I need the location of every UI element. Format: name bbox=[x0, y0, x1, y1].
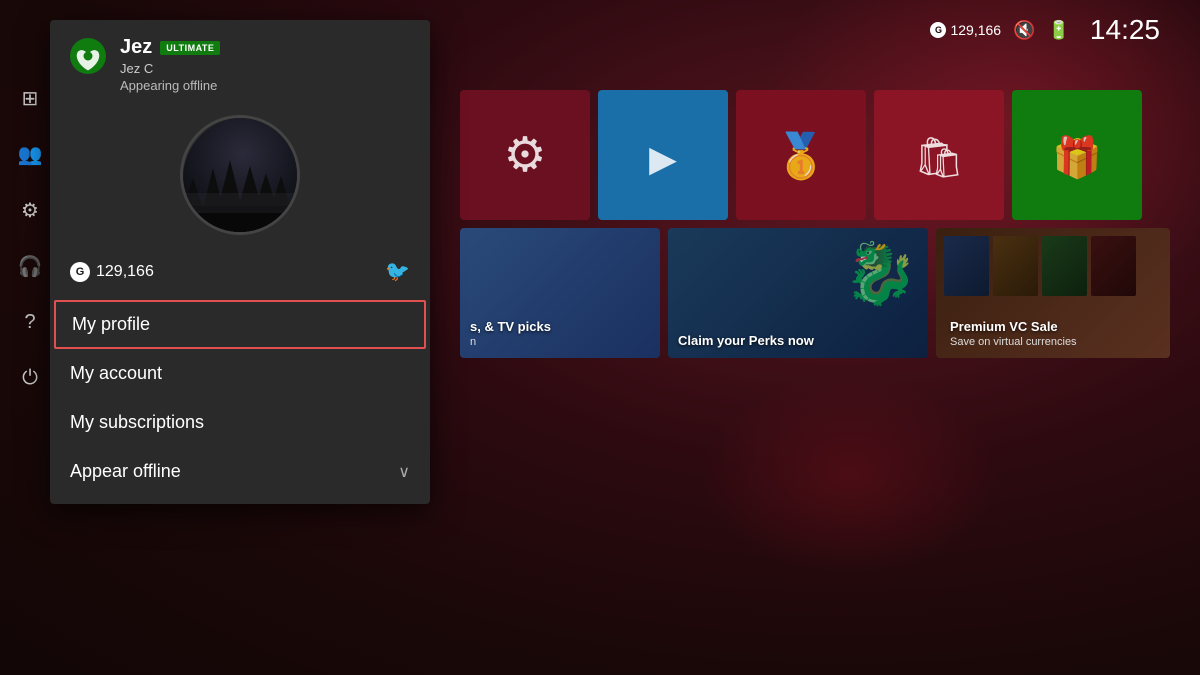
banner-sale-text: Premium VC Sale Save on virtual currenci… bbox=[950, 319, 1077, 348]
status-text: Appearing offline bbox=[120, 78, 410, 93]
medal-icon bbox=[774, 128, 829, 183]
my-account-label: My account bbox=[70, 363, 162, 384]
my-account-item[interactable]: My account bbox=[50, 349, 430, 398]
tile-settings[interactable] bbox=[460, 90, 590, 220]
tiles-row bbox=[460, 90, 1170, 220]
banners-row: s, & TV picks n 🐉 Claim your Perks now P… bbox=[460, 228, 1170, 358]
topbar-right: G 129,166 🔇 🔋 14:25 bbox=[930, 14, 1160, 46]
clock-display: 14:25 bbox=[1090, 14, 1160, 46]
sidebar-icon-settings[interactable]: ⚙ bbox=[12, 192, 48, 228]
tile-achievements[interactable] bbox=[736, 90, 866, 220]
username: Jez bbox=[120, 36, 152, 59]
gamepass-icon bbox=[1052, 128, 1102, 183]
my-subscriptions-item[interactable]: My subscriptions bbox=[50, 398, 430, 447]
banner-perks[interactable]: 🐉 Claim your Perks now bbox=[668, 228, 928, 358]
my-profile-label: My profile bbox=[72, 314, 150, 335]
sidebar-icon-power[interactable]: ⏻ bbox=[12, 360, 48, 396]
dragon-icon: 🐉 bbox=[843, 238, 918, 309]
xbox-logo-icon bbox=[70, 38, 106, 74]
my-profile-item[interactable]: My profile bbox=[54, 300, 426, 349]
avatar-container bbox=[50, 105, 430, 251]
sale-thumb-1 bbox=[944, 236, 989, 296]
battery-icon: 🔋 bbox=[1048, 20, 1070, 41]
gamerscore-display: G 129,166 bbox=[70, 262, 154, 282]
sale-thumbnails bbox=[944, 236, 1162, 296]
sale-thumb-4 bbox=[1091, 236, 1136, 296]
avatar-svg bbox=[183, 118, 300, 235]
chevron-down-icon: ∨ bbox=[398, 462, 410, 482]
gamerscore-g-icon: G bbox=[70, 262, 90, 282]
ultimate-badge: ULTIMATE bbox=[160, 41, 220, 55]
topbar-gamerscore: G 129,166 bbox=[930, 22, 1001, 38]
twitter-icon[interactable]: 🐦 bbox=[385, 259, 410, 284]
gamerscore-value: 129,166 bbox=[96, 263, 154, 281]
sidebar-icon-social[interactable]: 👥 bbox=[12, 136, 48, 172]
play-icon bbox=[649, 128, 677, 183]
tile-gamepass[interactable] bbox=[1012, 90, 1142, 220]
username-row: Jez ULTIMATE bbox=[120, 36, 410, 59]
banner-picks[interactable]: s, & TV picks n bbox=[460, 228, 660, 358]
store-bag-icon bbox=[914, 128, 965, 183]
user-info: Jez ULTIMATE Jez C Appearing offline bbox=[120, 36, 410, 93]
tile-store[interactable] bbox=[874, 90, 1004, 220]
my-subscriptions-label: My subscriptions bbox=[70, 412, 204, 433]
tile-media[interactable] bbox=[598, 90, 728, 220]
profile-panel: Jez ULTIMATE Jez C Appearing offline bbox=[50, 20, 430, 504]
avatar bbox=[180, 115, 300, 235]
panel-header: Jez ULTIMATE Jez C Appearing offline bbox=[50, 20, 430, 105]
banner-picks-text: s, & TV picks n bbox=[470, 319, 551, 348]
avatar-image bbox=[183, 118, 297, 232]
sale-thumb-3 bbox=[1042, 236, 1087, 296]
gear-icon bbox=[503, 127, 546, 183]
appear-offline-item[interactable]: Appear offline ∨ bbox=[50, 447, 430, 496]
mute-icon: 🔇 bbox=[1013, 20, 1035, 41]
gamerscore-icon: G bbox=[930, 22, 946, 38]
appear-offline-label: Appear offline bbox=[70, 461, 181, 482]
real-name: Jez C bbox=[120, 61, 410, 76]
sidebar-icon-headset[interactable]: 🎧 bbox=[12, 248, 48, 284]
sidebar-icon-home[interactable]: ⊞ bbox=[12, 80, 48, 116]
sale-thumb-2 bbox=[993, 236, 1038, 296]
sidebar-icon-help[interactable]: ? bbox=[12, 304, 48, 340]
gamerscore-row: G 129,166 🐦 bbox=[50, 251, 430, 300]
banner-sale[interactable]: Premium VC Sale Save on virtual currenci… bbox=[936, 228, 1170, 358]
